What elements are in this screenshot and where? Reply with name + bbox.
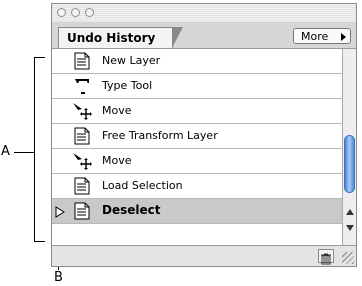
history-item-label: New Layer	[102, 54, 161, 67]
scrollbar-thumb[interactable]	[344, 135, 355, 193]
undo-history-panel: Undo History More New Layer Type Tool Mo…	[51, 3, 357, 267]
minimize-window-button[interactable]	[71, 8, 80, 17]
history-item-label: Move	[102, 104, 132, 117]
history-item[interactable]: Free Transform Layer	[52, 124, 342, 149]
history-state-slider-icon[interactable]	[55, 206, 65, 218]
history-item[interactable]: Move	[52, 149, 342, 174]
scroll-down-arrow-icon[interactable]	[346, 225, 354, 231]
document-icon	[74, 127, 90, 145]
history-list: New Layer Type Tool Move Free Transform …	[52, 49, 342, 245]
panel-tab-row: Undo History More	[52, 22, 356, 49]
callout-a-leader	[14, 152, 34, 153]
more-menu-label: More	[301, 30, 329, 43]
history-item-label: Deselect	[102, 203, 161, 217]
tab-undo-history-label: Undo History	[67, 31, 156, 45]
history-item[interactable]: Move	[52, 99, 342, 124]
more-menu-button[interactable]: More	[293, 28, 351, 44]
tab-undo-history[interactable]: Undo History	[58, 27, 183, 48]
history-item[interactable]: Load Selection	[52, 174, 342, 199]
more-arrow-icon	[341, 33, 346, 41]
move-tool-icon	[73, 153, 92, 170]
vertical-scrollbar[interactable]	[342, 49, 356, 245]
callout-a-label: A	[1, 144, 10, 159]
trash-icon[interactable]	[318, 249, 334, 265]
close-window-button[interactable]	[57, 8, 66, 17]
callout-b-label: B	[54, 270, 63, 285]
history-item[interactable]: Type Tool	[52, 74, 342, 99]
scroll-up-arrow-icon[interactable]	[346, 209, 354, 215]
history-item-label: Type Tool	[102, 79, 153, 92]
document-icon	[74, 52, 90, 70]
document-icon	[74, 202, 90, 220]
resize-grip-icon[interactable]	[342, 252, 354, 264]
trash-glyph-icon	[321, 253, 331, 265]
callout-a-bracket	[34, 57, 45, 242]
history-item-label: Free Transform Layer	[102, 129, 218, 142]
window-titlebar[interactable]	[52, 4, 356, 22]
type-tool-icon	[75, 79, 89, 94]
zoom-window-button[interactable]	[85, 8, 94, 17]
history-item-label: Move	[102, 154, 132, 167]
move-tool-icon	[73, 103, 92, 120]
panel-bottom-bar	[52, 245, 356, 266]
history-item-selected[interactable]: Deselect	[52, 199, 342, 224]
document-icon	[74, 177, 90, 195]
history-item[interactable]: New Layer	[52, 49, 342, 74]
history-item-label: Load Selection	[102, 179, 183, 192]
